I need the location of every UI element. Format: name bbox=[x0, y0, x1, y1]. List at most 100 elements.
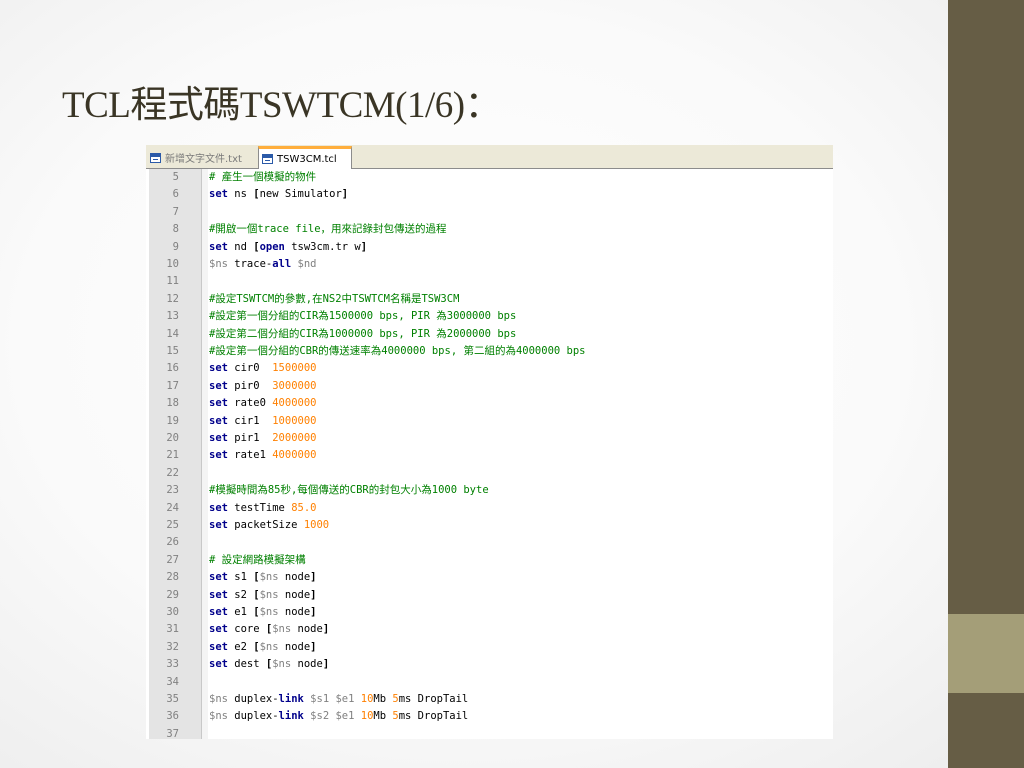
line-number: 10 bbox=[166, 258, 179, 270]
code-token: cir0 bbox=[227, 362, 273, 375]
line-number: 5 bbox=[172, 171, 179, 183]
slide-title: TCL程式碼TSWTCM(1/6)： bbox=[62, 85, 502, 126]
code-token: rate1 bbox=[227, 449, 273, 462]
line-number: 29 bbox=[166, 588, 179, 601]
code-token: node bbox=[278, 606, 311, 618]
line-number: 16 bbox=[166, 362, 179, 375]
code-text: set dest [$ns node] bbox=[209, 656, 329, 673]
code-text: #設定第一個分組的CBR的傳送速率為4000000 bps, 第二組的為4000… bbox=[209, 343, 586, 360]
editor-tab-bar: 新增文字文件.txt TSW3CM.tcl bbox=[146, 145, 833, 169]
code-token: set bbox=[209, 449, 228, 462]
code-editor-screenshot: 新增文字文件.txt TSW3CM.tcl 5 # 產生一個模擬的物件 6 set n… bbox=[146, 145, 833, 739]
code-line: 19 set cir1 1000000 bbox=[146, 413, 833, 430]
code-token: $ns bbox=[209, 258, 228, 270]
code-token: ] bbox=[341, 188, 349, 201]
code-text: set e2 [$ns node] bbox=[209, 639, 317, 656]
code-line: 11 bbox=[146, 273, 833, 290]
code-line: 7 bbox=[146, 204, 833, 221]
code-token: ] bbox=[310, 640, 317, 653]
tab-label: 新增文字文件.txt bbox=[165, 154, 242, 165]
code-token: set bbox=[209, 519, 228, 531]
code-text: set s2 [$ns node] bbox=[209, 587, 317, 604]
line-number: 32 bbox=[166, 640, 179, 653]
code-text: set pir0 3000000 bbox=[209, 378, 317, 395]
line-number: 27 bbox=[166, 553, 179, 566]
code-text: set nd [open tsw3cm.tr w] bbox=[209, 239, 367, 256]
line-number: 35 bbox=[166, 693, 179, 705]
code-token: 1000000 bbox=[272, 414, 317, 427]
code-area[interactable]: 5 # 產生一個模擬的物件 6 set ns [new Simulator] 7 8 #開啟… bbox=[146, 169, 833, 739]
code-token: # 產生一個模擬的物件 bbox=[209, 171, 317, 183]
line-number: 13 bbox=[166, 310, 179, 323]
code-token: #開啟一個trace file，用來記錄封包傳送的過程 bbox=[209, 223, 447, 236]
line-number: 24 bbox=[166, 501, 179, 514]
file-icon bbox=[262, 154, 273, 164]
code-token: 4000000 bbox=[272, 397, 317, 410]
code-line: 27 # 設定網路模擬架構 bbox=[146, 552, 833, 569]
code-token: node bbox=[291, 623, 323, 636]
code-token: node bbox=[291, 658, 323, 671]
code-token: set bbox=[209, 432, 228, 444]
code-line: 17 set pir0 3000000 bbox=[146, 378, 833, 395]
code-text: # 設定網路模擬架構 bbox=[209, 552, 306, 569]
code-line: 37 bbox=[146, 726, 833, 739]
code-token: pir0 bbox=[227, 379, 273, 392]
tab-tsw3cm-tcl[interactable]: TSW3CM.tcl bbox=[258, 146, 352, 169]
line-number: 15 bbox=[166, 345, 179, 357]
code-token: 1500000 bbox=[272, 362, 317, 375]
line-number: 22 bbox=[166, 466, 179, 479]
code-token: #設定第一個分組的CBR的傳送速率為4000000 bps, 第二組的為4000… bbox=[209, 345, 586, 357]
code-line: 14 #設定第二個分組的CIR為1000000 bps, PIR 為2000000… bbox=[146, 326, 833, 343]
code-token: rate0 bbox=[227, 397, 273, 410]
code-token: ] bbox=[322, 623, 330, 636]
code-token: link bbox=[278, 693, 304, 705]
code-token: ] bbox=[322, 658, 330, 671]
code-text: set ns [new Simulator] bbox=[209, 186, 348, 203]
code-line: 21 set rate1 4000000 bbox=[146, 447, 833, 464]
code-text: set s1 [$ns node] bbox=[209, 569, 317, 586]
line-number: 9 bbox=[172, 240, 179, 253]
code-token: link bbox=[278, 710, 304, 723]
code-token: dest bbox=[227, 658, 266, 671]
tab-label: TSW3CM.tcl bbox=[277, 153, 337, 165]
code-token: set bbox=[209, 658, 228, 671]
line-number: 28 bbox=[166, 571, 179, 584]
code-token: ms DropTail bbox=[398, 693, 469, 705]
code-token: set bbox=[209, 414, 228, 427]
line-number: 6 bbox=[172, 188, 179, 201]
code-token: set bbox=[209, 240, 228, 253]
code-token: $ns bbox=[259, 588, 279, 601]
code-text: #模擬時間為85秒,每個傳送的CBR的封包大小為1000 byte bbox=[209, 482, 489, 499]
code-token: $ns bbox=[259, 640, 279, 653]
code-token: open bbox=[259, 240, 285, 253]
code-token: #模擬時間為85秒,每個傳送的CBR的封包大小為1000 byte bbox=[209, 484, 489, 497]
line-number: 17 bbox=[166, 379, 179, 392]
code-token: e2 bbox=[227, 640, 254, 653]
line-number: 20 bbox=[166, 432, 179, 444]
code-token: ] bbox=[310, 588, 317, 601]
code-token: set bbox=[209, 623, 228, 636]
code-token: $s1 bbox=[310, 693, 330, 705]
code-token: Mb bbox=[373, 693, 393, 705]
code-token: set bbox=[209, 588, 228, 601]
code-token: 2000000 bbox=[272, 432, 317, 444]
line-number: 14 bbox=[166, 327, 179, 340]
code-line: 12 #設定TSWTCM的參數,在NS2中TSWTCM名稱是TSW3CM bbox=[146, 291, 833, 308]
code-line: 9 set nd [open tsw3cm.tr w] bbox=[146, 239, 833, 256]
code-line: 16 set cir0 1500000 bbox=[146, 360, 833, 377]
code-token: $ns bbox=[209, 693, 228, 705]
code-token: pir1 bbox=[227, 432, 273, 444]
code-token: core bbox=[227, 623, 266, 636]
code-token: set bbox=[209, 606, 228, 618]
file-icon bbox=[150, 152, 161, 163]
code-token: set bbox=[209, 379, 228, 392]
code-token: $ns bbox=[272, 658, 292, 671]
code-token: set bbox=[209, 640, 228, 653]
code-token: node bbox=[278, 571, 311, 584]
line-number: 30 bbox=[166, 606, 179, 618]
tab-new-text-file[interactable]: 新增文字文件.txt bbox=[147, 148, 257, 167]
line-number: 26 bbox=[166, 536, 179, 549]
code-line: 35 $ns duplex-link $s1 $e1 10Mb 5ms DropT… bbox=[146, 691, 833, 708]
code-line: 30 set e1 [$ns node] bbox=[146, 604, 833, 621]
code-token: duplex- bbox=[227, 693, 279, 705]
